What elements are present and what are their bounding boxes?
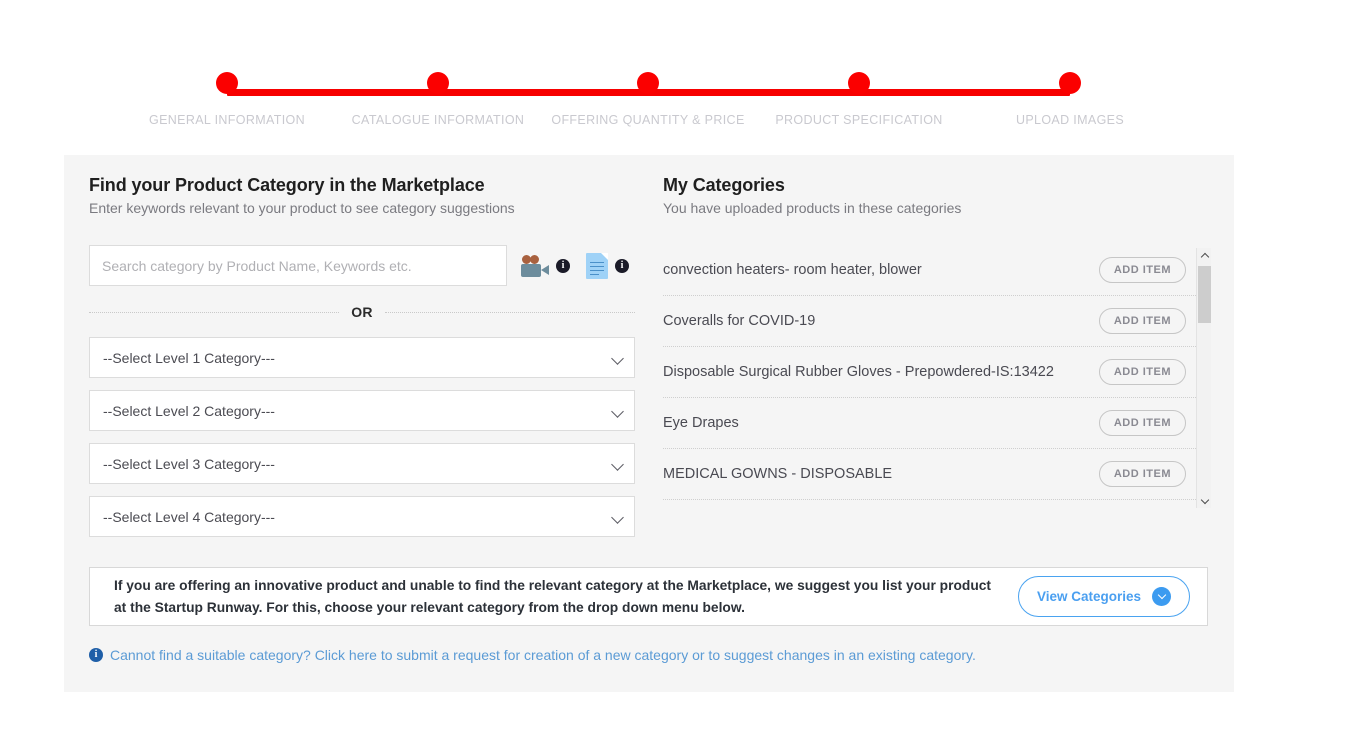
stepper-label-2: CATALOGUE INFORMATION [351, 113, 525, 127]
view-categories-label: View Categories [1036, 589, 1141, 604]
request-new-category-link-row[interactable]: i Cannot find a suitable category? Click… [89, 647, 976, 663]
scroll-up-button[interactable] [1197, 248, 1212, 263]
list-item[interactable]: MEDICAL GOWNS - DISPOSABLE ADD ITEM [663, 449, 1196, 500]
or-divider-line-left [89, 311, 340, 313]
level-3-select-wrap: --Select Level 3 Category--- [89, 443, 635, 484]
level-1-select-wrap: --Select Level 1 Category--- [89, 337, 635, 378]
list-item[interactable]: Eye Drapes ADD ITEM [663, 398, 1196, 449]
right-panel-subtitle: You have uploaded products in these cate… [663, 200, 962, 216]
left-panel-header: Find your Product Category in the Market… [89, 175, 649, 216]
stepper-label-5: UPLOAD IMAGES [1015, 113, 1125, 127]
view-categories-button[interactable]: View Categories [1017, 576, 1190, 617]
level-2-select[interactable]: --Select Level 2 Category--- [89, 390, 635, 431]
category-selection-card: Find your Product Category in the Market… [64, 155, 1234, 692]
request-new-category-link[interactable]: Cannot find a suitable category? Click h… [110, 647, 976, 663]
add-item-button[interactable]: ADD ITEM [1098, 308, 1186, 334]
stepper-dot-2 [427, 72, 449, 94]
or-divider: OR [89, 304, 636, 320]
category-name: Disposable Surgical Rubber Gloves - Prep… [663, 364, 1054, 380]
search-row: i i [89, 245, 645, 286]
chevron-down-icon [1200, 495, 1209, 504]
search-input[interactable] [89, 245, 507, 286]
stepper-label-1: GENERAL INFORMATION [149, 113, 305, 127]
level-1-select[interactable]: --Select Level 1 Category--- [89, 337, 635, 378]
list-item[interactable]: convection heaters- room heater, blower … [663, 245, 1196, 296]
chevron-down-circle-icon [1152, 587, 1171, 606]
right-panel-header: My Categories You have uploaded products… [663, 175, 1211, 216]
category-level-selects: --Select Level 1 Category--- --Select Le… [89, 337, 635, 549]
video-help[interactable]: i [521, 254, 570, 277]
list-item[interactable]: Coveralls for COVID-19 ADD ITEM [663, 296, 1196, 347]
info-icon: i [89, 648, 103, 662]
level-3-select[interactable]: --Select Level 3 Category--- [89, 443, 635, 484]
categories-scrollbar[interactable] [1196, 248, 1211, 508]
add-item-button[interactable]: ADD ITEM [1098, 257, 1186, 283]
banner-line-1: If you are offering an innovative produc… [114, 577, 992, 593]
scrollbar-thumb[interactable] [1198, 266, 1211, 323]
or-label: OR [351, 304, 373, 320]
stepper-dot-1 [216, 72, 238, 94]
category-name: Eye Drapes [663, 415, 739, 431]
level-4-select[interactable]: --Select Level 4 Category--- [89, 496, 635, 537]
category-name: convection heaters- room heater, blower [663, 262, 922, 278]
document-info-icon[interactable]: i [615, 258, 629, 273]
or-divider-line-right [384, 311, 636, 313]
document-icon[interactable] [586, 252, 608, 279]
right-panel-title: My Categories [663, 175, 785, 195]
add-item-button[interactable]: ADD ITEM [1098, 461, 1186, 487]
left-panel-title: Find your Product Category in the Market… [89, 175, 485, 195]
add-item-button[interactable]: ADD ITEM [1098, 410, 1186, 436]
stepper-dot-4 [848, 72, 870, 94]
level-2-select-wrap: --Select Level 2 Category--- [89, 390, 635, 431]
help-icon-group: i i [521, 252, 645, 279]
progress-stepper: GENERAL INFORMATION CATALOGUE INFORMATIO… [0, 0, 1364, 140]
chevron-up-icon [1200, 252, 1209, 261]
level-4-select-wrap: --Select Level 4 Category--- [89, 496, 635, 537]
startup-runway-banner: If you are offering an innovative produc… [89, 567, 1208, 626]
banner-text: If you are offering an innovative produc… [114, 575, 991, 619]
scroll-down-button[interactable] [1197, 493, 1212, 508]
stepper-label-4: PRODUCT SPECIFICATION [775, 113, 943, 127]
category-name: MEDICAL GOWNS - DISPOSABLE [663, 466, 893, 482]
list-item[interactable]: Disposable Surgical Rubber Gloves - Prep… [663, 347, 1196, 398]
stepper-label-3: OFFERING QUANTITY & PRICE [551, 113, 745, 127]
stepper-dot-5 [1059, 72, 1081, 94]
banner-line-2: at the Startup Runway. For this, choose … [114, 599, 745, 615]
stepper-dot-3 [637, 72, 659, 94]
video-info-icon[interactable]: i [556, 258, 570, 273]
video-camera-icon[interactable] [521, 254, 549, 277]
my-categories-list-wrap: convection heaters- room heater, blower … [663, 245, 1211, 510]
add-item-button[interactable]: ADD ITEM [1098, 359, 1186, 385]
category-name: Coveralls for COVID-19 [663, 313, 816, 329]
document-help[interactable]: i [586, 252, 629, 279]
my-categories-list: convection heaters- room heater, blower … [663, 245, 1196, 510]
page-root: GENERAL INFORMATION CATALOGUE INFORMATIO… [0, 0, 1364, 731]
left-panel-subtitle: Enter keywords relevant to your product … [89, 200, 515, 216]
